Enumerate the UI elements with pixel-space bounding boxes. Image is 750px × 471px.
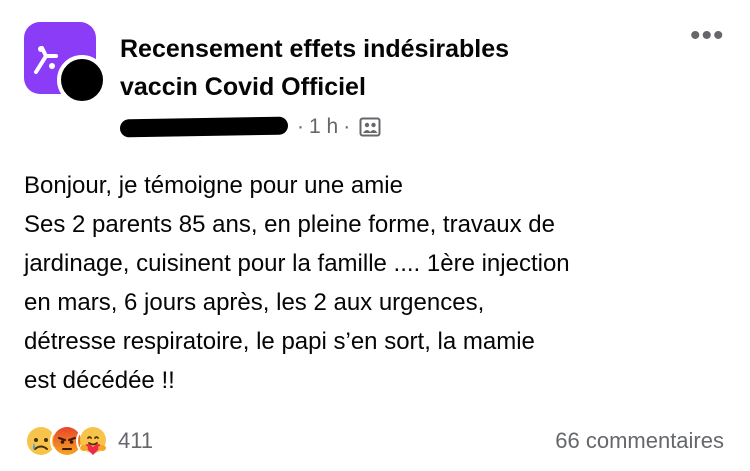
group-name[interactable]: Recensement effets indésirables vaccin C… <box>120 30 640 106</box>
body-line: jardinage, cuisinent pour la famille ...… <box>24 250 570 277</box>
body-line: Ses 2 parents 85 ans, en pleine forme, t… <box>24 211 555 238</box>
comments-count-link[interactable]: 66 commentaires <box>555 428 724 454</box>
reaction-summary[interactable]: 411 <box>24 424 153 458</box>
members-privacy-icon <box>359 117 381 137</box>
care-emoji-icon <box>76 424 110 458</box>
meta-separator-2: · <box>343 115 351 138</box>
group-name-line-1[interactable]: Recensement effets indésirables <box>120 30 640 68</box>
member-avatar-redacted[interactable] <box>57 55 107 105</box>
group-name-line-2[interactable]: vaccin Covid Officiel <box>120 68 640 106</box>
post-body: Bonjour, je témoigne pour une amie Ses 2… <box>24 166 724 400</box>
body-line: est décédée !! <box>24 367 175 394</box>
reaction-count[interactable]: 411 <box>118 428 153 454</box>
author-name-redacted[interactable] <box>119 116 289 138</box>
body-line: détresse respiratoire, le papi s’en sort… <box>24 328 535 355</box>
feed-post: Recensement effets indésirables vaccin C… <box>0 0 750 471</box>
meta-separator: · <box>297 115 304 138</box>
post-timestamp[interactable]: 1 h <box>309 115 338 139</box>
body-line: Bonjour, je témoigne pour une amie <box>24 172 403 199</box>
post-meta: · 1 h · <box>119 112 381 142</box>
body-line: en mars, 6 jours après, les 2 aux urgenc… <box>24 289 485 316</box>
more-options-icon[interactable]: ••• <box>690 21 725 51</box>
